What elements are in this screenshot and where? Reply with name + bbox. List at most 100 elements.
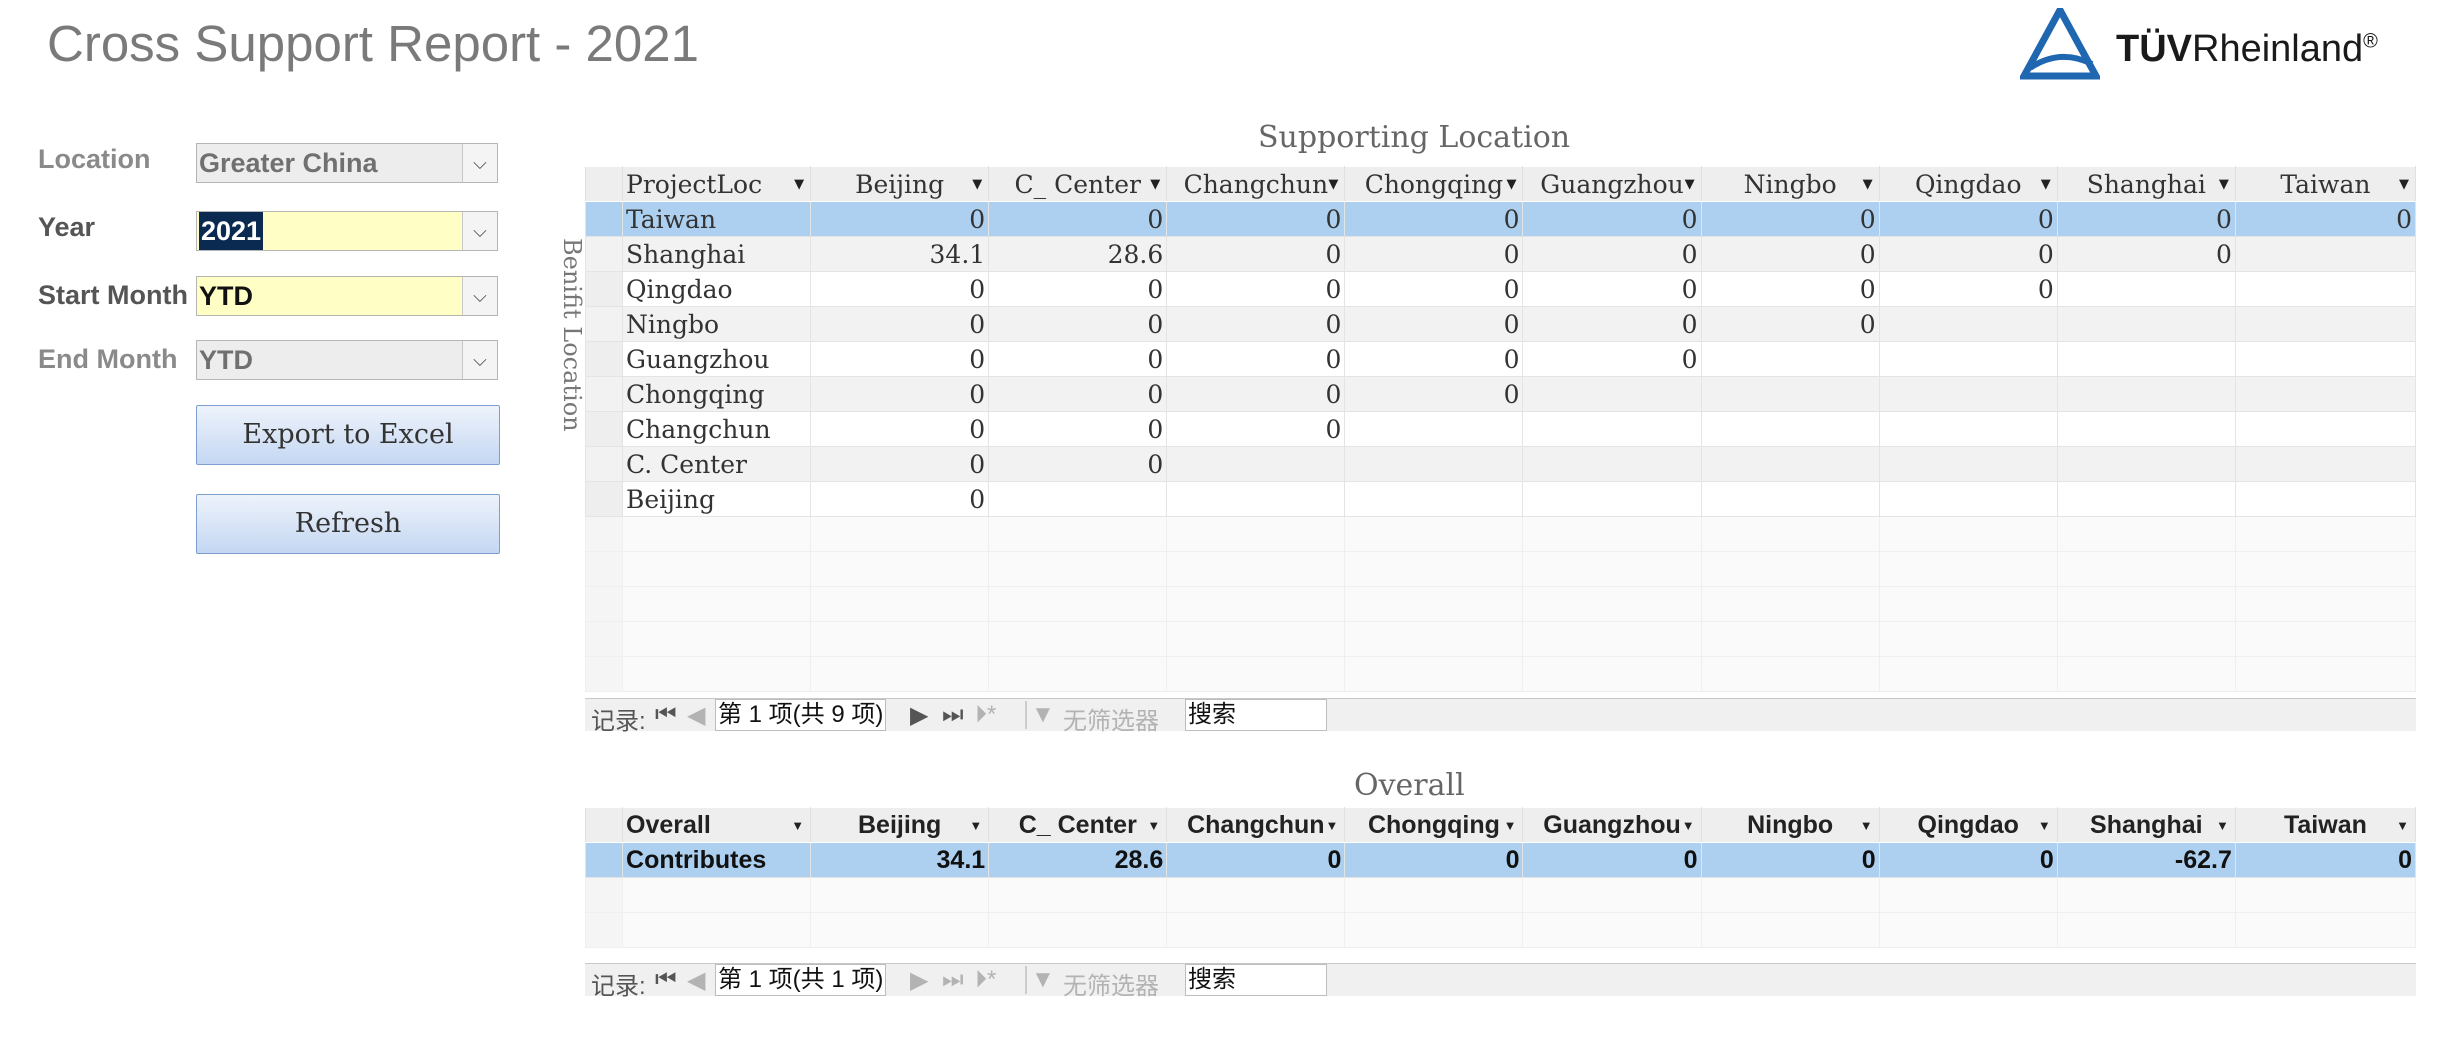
value-cell[interactable]: 0 xyxy=(810,481,990,517)
value-cell[interactable]: 0 xyxy=(1344,842,1524,878)
value-cell[interactable]: 0 xyxy=(1878,842,2058,878)
value-cell[interactable]: 0 xyxy=(1166,376,1346,412)
value-cell[interactable]: 0 xyxy=(1700,201,1880,237)
table-row[interactable]: Chongqing 0 0 0 0 xyxy=(584,376,2417,412)
value-cell[interactable]: -62.7 xyxy=(2056,842,2236,878)
start-month-select[interactable]: YTD ⌵ xyxy=(196,276,498,316)
value-cell[interactable]: 0 xyxy=(1522,341,1702,377)
value-cell[interactable] xyxy=(2056,411,2236,447)
value-cell[interactable]: 0 xyxy=(2056,236,2236,272)
value-cell[interactable]: 0 xyxy=(1344,306,1524,342)
row-selector[interactable] xyxy=(584,271,624,307)
value-cell[interactable]: 0 xyxy=(2234,201,2417,237)
value-cell[interactable] xyxy=(1878,481,2058,517)
last-record-icon[interactable]: ⏭ xyxy=(942,966,964,994)
value-cell[interactable]: 0 xyxy=(988,341,1168,377)
value-cell[interactable]: 0 xyxy=(988,446,1168,482)
value-cell[interactable] xyxy=(1522,411,1702,447)
value-cell[interactable]: 0 xyxy=(1344,376,1524,412)
filter-dropdown-icon[interactable]: ▼ xyxy=(1326,818,1339,833)
value-cell[interactable] xyxy=(1522,376,1702,412)
row-label-cell[interactable]: Beijing xyxy=(622,481,812,517)
column-header[interactable]: ProjectLoc ▼ xyxy=(622,166,812,202)
value-cell[interactable] xyxy=(2234,376,2417,412)
value-cell[interactable] xyxy=(2234,306,2417,342)
previous-record-icon[interactable]: ◀ xyxy=(687,966,705,995)
value-cell[interactable] xyxy=(2056,341,2236,377)
chevron-down-icon[interactable]: ⌵ xyxy=(462,341,497,379)
row-selector[interactable] xyxy=(584,306,624,342)
filter-dropdown-icon[interactable]: ▼ xyxy=(2399,177,2409,192)
column-header[interactable]: Qingdao ▼ xyxy=(1878,807,2058,843)
row-selector[interactable] xyxy=(584,201,624,237)
value-cell[interactable]: 0 xyxy=(810,446,990,482)
filter-dropdown-icon[interactable]: ▼ xyxy=(1147,818,1160,833)
table-row[interactable]: Shanghai 34.1 28.6 0 0 0 0 0 0 xyxy=(584,236,2417,272)
value-cell[interactable]: 0 xyxy=(988,411,1168,447)
value-cell[interactable] xyxy=(988,481,1168,517)
value-cell[interactable]: 0 xyxy=(1700,271,1880,307)
value-cell[interactable]: 0 xyxy=(1344,271,1524,307)
no-filter-button[interactable]: 无筛选器 xyxy=(1063,966,1159,1001)
value-cell[interactable]: 0 xyxy=(810,411,990,447)
value-cell[interactable]: 0 xyxy=(1700,842,1880,878)
value-cell[interactable]: 0 xyxy=(810,376,990,412)
value-cell[interactable] xyxy=(2234,271,2417,307)
value-cell[interactable]: 0 xyxy=(1166,341,1346,377)
record-position-input[interactable]: 第 1 项(共 9 项) xyxy=(715,699,887,731)
value-cell[interactable] xyxy=(1700,446,1880,482)
value-cell[interactable]: 0 xyxy=(810,306,990,342)
value-cell[interactable] xyxy=(1344,446,1524,482)
value-cell[interactable] xyxy=(1522,481,1702,517)
value-cell[interactable]: 0 xyxy=(1878,236,2058,272)
column-header[interactable]: Guangzhou ▼ xyxy=(1522,166,1702,202)
no-filter-button[interactable]: 无筛选器 xyxy=(1063,701,1159,736)
table-row[interactable]: Qingdao 0 0 0 0 0 0 0 xyxy=(584,271,2417,307)
column-header[interactable]: Qingdao ▼ xyxy=(1878,166,2058,202)
chevron-down-icon[interactable]: ⌵ xyxy=(462,212,497,250)
value-cell[interactable] xyxy=(1344,481,1524,517)
filter-dropdown-icon[interactable]: ▼ xyxy=(794,177,804,192)
column-header[interactable]: Shanghai ▼ xyxy=(2056,807,2236,843)
column-header[interactable]: Shanghai ▼ xyxy=(2056,166,2236,202)
row-selector[interactable] xyxy=(584,446,624,482)
row-selector[interactable] xyxy=(584,376,624,412)
value-cell[interactable]: 0 xyxy=(1344,201,1524,237)
first-record-icon[interactable]: ⏮ xyxy=(655,701,677,729)
row-label-cell[interactable]: C. Center xyxy=(622,446,812,482)
value-cell[interactable]: 0 xyxy=(1522,271,1702,307)
row-selector[interactable] xyxy=(584,842,624,878)
value-cell[interactable] xyxy=(1878,446,2058,482)
next-record-icon[interactable]: ▶ xyxy=(910,966,928,995)
record-position-input[interactable]: 第 1 项(共 1 项) xyxy=(715,964,887,996)
row-label-cell[interactable]: Taiwan xyxy=(622,201,812,237)
column-header[interactable]: Beijing ▼ xyxy=(810,807,990,843)
refresh-button[interactable]: Refresh xyxy=(196,494,500,554)
value-cell[interactable] xyxy=(1166,446,1346,482)
value-cell[interactable] xyxy=(1878,341,2058,377)
column-header[interactable]: Ningbo ▼ xyxy=(1700,166,1880,202)
row-label-cell[interactable]: Chongqing xyxy=(622,376,812,412)
value-cell[interactable]: 0 xyxy=(2234,842,2417,878)
previous-record-icon[interactable]: ◀ xyxy=(687,701,705,730)
column-header[interactable]: Changchun ▼ xyxy=(1166,807,1346,843)
location-select[interactable]: Greater China ⌵ xyxy=(196,143,498,183)
chevron-down-icon[interactable]: ⌵ xyxy=(462,277,497,315)
filter-dropdown-icon[interactable]: ▼ xyxy=(1504,818,1517,833)
filter-dropdown-icon[interactable]: ▼ xyxy=(2216,818,2229,833)
export-to-excel-button[interactable]: Export to Excel xyxy=(196,405,500,465)
value-cell[interactable] xyxy=(2234,446,2417,482)
row-label-cell[interactable]: Shanghai xyxy=(622,236,812,272)
value-cell[interactable]: 0 xyxy=(2056,201,2236,237)
value-cell[interactable]: 0 xyxy=(1166,842,1346,878)
value-cell[interactable]: 0 xyxy=(1522,236,1702,272)
table-row[interactable]: Ningbo 0 0 0 0 0 0 xyxy=(584,306,2417,342)
row-selector-header[interactable] xyxy=(584,807,624,843)
end-month-select[interactable]: YTD ⌵ xyxy=(196,340,498,380)
year-select[interactable]: 2021 ⌵ xyxy=(196,211,498,251)
value-cell[interactable]: 0 xyxy=(1344,236,1524,272)
value-cell[interactable]: 0 xyxy=(1700,236,1880,272)
value-cell[interactable] xyxy=(1166,481,1346,517)
value-cell[interactable]: 0 xyxy=(988,271,1168,307)
column-header[interactable]: Changchun ▼ xyxy=(1166,166,1346,202)
